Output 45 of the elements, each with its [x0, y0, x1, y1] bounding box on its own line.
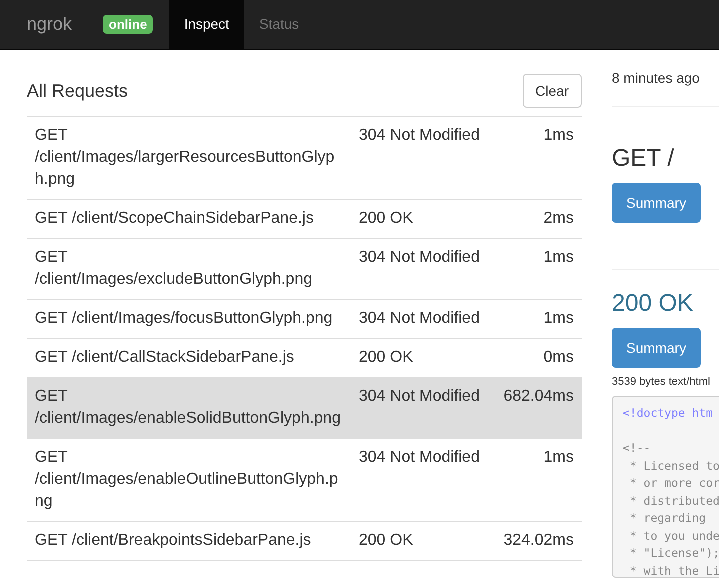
request-row[interactable]: GET /client/Images/enableSolidButtonGlyph.png 304 Not Modified 682.04ms — [27, 378, 582, 439]
nav-tab[interactable]: Inspect — [169, 0, 244, 49]
response-status: 304 Not Modified — [358, 448, 481, 468]
request-duration: 324.02ms — [502, 531, 575, 551]
request-path: GET /client/Images/focusButtonGlyph.png — [34, 309, 334, 329]
code-line: * regarding — [628, 510, 708, 527]
response-heading: 200 OK — [612, 290, 694, 318]
clear-button[interactable]: Clear — [522, 74, 582, 108]
status-badge: online — [103, 15, 154, 34]
request-duration: 0ms — [542, 348, 575, 368]
response-status: 304 Not Modified — [358, 248, 481, 268]
code-line: * with the Li — [628, 562, 719, 577]
request-path: GET /client/CallStackSidebarPane.js — [34, 348, 296, 368]
request-path: GET /client/Images/enableOutlineButtonGlyph.png — [34, 448, 340, 512]
response-status: 200 OK — [358, 348, 414, 368]
response-status: 200 OK — [358, 209, 414, 229]
request-duration: 1ms — [542, 448, 575, 468]
code-line: <!doctype htm — [623, 405, 714, 422]
summary-tab[interactable]: Summary — [612, 183, 701, 223]
request-duration: 1ms — [542, 248, 575, 268]
code-line: * "License"); — [628, 545, 719, 562]
summary-tab[interactable]: Summary — [612, 328, 701, 368]
panel-title: All Requests — [27, 80, 128, 103]
request-path: GET /client/Images/largerResourcesButtonGlyph.png — [34, 126, 336, 190]
response-status: 304 Not Modified — [358, 387, 481, 407]
request-path: GET /client/ScopeChainSidebarPane.js — [34, 209, 315, 229]
request-path: GET /client/Images/enableSolidButtonGlyph.png — [34, 387, 342, 429]
response-status: 304 Not Modified — [358, 309, 481, 329]
request-duration: 1ms — [542, 309, 575, 329]
brand-name[interactable]: ngrok — [27, 11, 72, 38]
response-info: 3539 bytes text/html — [612, 375, 712, 390]
request-path: GET /client/Images/excludeButtonGlyph.png — [34, 248, 314, 290]
code-line: * Licensed to — [628, 458, 719, 474]
time-ago: 8 minutes ago — [612, 69, 701, 88]
nav-tab[interactable]: Status — [244, 0, 314, 49]
request-path: GET /client/BreakpointsSidebarPane.js — [34, 531, 312, 551]
request-duration: 1ms — [542, 126, 575, 146]
code-line: * to you unde — [628, 528, 719, 544]
response-status: 304 Not Modified — [358, 126, 481, 146]
request-duration: 682.04ms — [502, 387, 575, 407]
request-heading: GET / — [612, 145, 676, 173]
code-line: <!-- — [623, 440, 652, 457]
response-status: 200 OK — [358, 531, 414, 551]
code-line: * distributed — [628, 492, 719, 510]
request-duration: 2ms — [542, 209, 575, 229]
